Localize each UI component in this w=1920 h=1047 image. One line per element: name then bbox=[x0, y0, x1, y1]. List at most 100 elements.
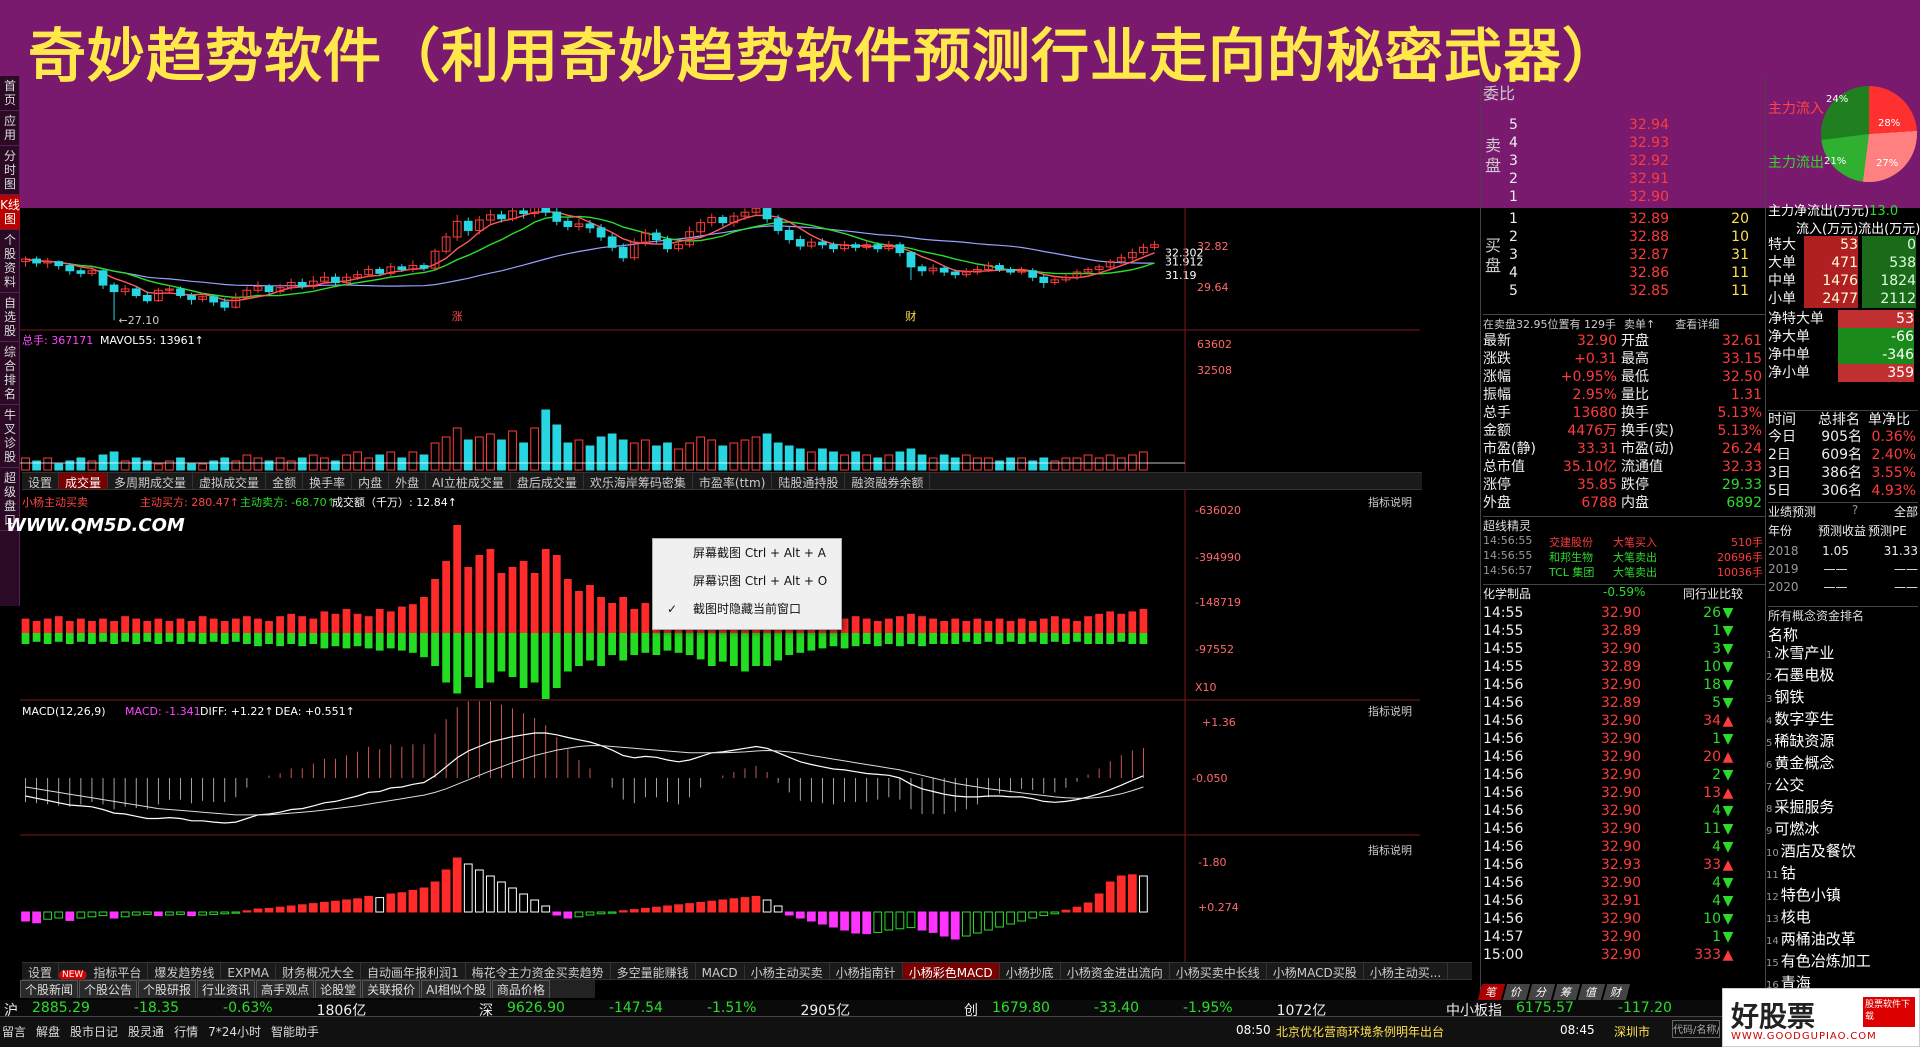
indicator-tab-4[interactable]: EXPMA bbox=[221, 965, 276, 979]
fund-neg-bar bbox=[1128, 633, 1137, 644]
news-headline[interactable]: 北京优化营商环境条例明年出台 bbox=[1276, 1023, 1444, 1040]
volume-tab-11[interactable]: 市盈率(ttm) bbox=[693, 473, 773, 489]
detail-tab-4[interactable]: 值 bbox=[1577, 984, 1606, 1000]
status-link-1[interactable]: 解盘 bbox=[36, 1023, 60, 1040]
status-link-3[interactable]: 股灵通 bbox=[128, 1023, 164, 1040]
volume-tab-2[interactable]: 多周期成交量 bbox=[108, 473, 194, 489]
toolbar-button-6[interactable]: 关联报价 bbox=[362, 980, 421, 998]
indicator-tab-10[interactable]: 小杨主动买卖 bbox=[745, 963, 830, 979]
forecast-all[interactable]: 全部 bbox=[1894, 503, 1918, 520]
sector-item[interactable]: 10 酒店及餐饮 bbox=[1766, 840, 1916, 861]
logo-badge: 股票软件下载 bbox=[1863, 997, 1915, 1027]
indicator-tab-15[interactable]: 小杨买卖中长线 bbox=[1170, 963, 1267, 979]
detail-tab-1[interactable]: 价 bbox=[1502, 984, 1531, 1000]
indicator-tab-13[interactable]: 小杨抄底 bbox=[1000, 963, 1061, 979]
sector-item[interactable]: 3 钢铁 bbox=[1766, 686, 1916, 707]
nav-item-3[interactable]: K线图 bbox=[0, 195, 20, 230]
indicator-tab-3[interactable]: 爆发趋势线 bbox=[148, 963, 222, 979]
volume-tab-5[interactable]: 换手率 bbox=[303, 473, 353, 489]
nav-item-6[interactable]: 综合排名 bbox=[0, 342, 20, 405]
status-link-0[interactable]: 留言 bbox=[2, 1023, 26, 1040]
color-macd-bar bbox=[98, 911, 108, 917]
sector-item[interactable]: 7 公交 bbox=[1766, 774, 1916, 795]
sector-item[interactable]: 5 稀缺资源 bbox=[1766, 730, 1916, 751]
volume-tab-12[interactable]: 陆股通持股 bbox=[772, 473, 846, 489]
volume-tab-4[interactable]: 金额 bbox=[266, 473, 304, 489]
volume-tab-8[interactable]: AI立桩成交量 bbox=[426, 473, 511, 489]
toolbar-button-2[interactable]: 个股研报 bbox=[138, 980, 197, 998]
color-macd-help-button[interactable]: 指标说明 bbox=[1368, 843, 1412, 857]
nav-item-5[interactable]: 自选股 bbox=[0, 293, 20, 342]
indicator-tab-16[interactable]: 小杨MACD买股 bbox=[1267, 963, 1364, 979]
indicator-tab-9[interactable]: MACD bbox=[696, 965, 745, 979]
indicator-tab-1[interactable]: NEW bbox=[59, 970, 88, 979]
volume-bar bbox=[1139, 451, 1148, 471]
volume-tab-1[interactable]: 成交量 bbox=[59, 473, 109, 489]
detail-tab-0[interactable]: 笔 bbox=[1477, 984, 1506, 1000]
volume-tab-6[interactable]: 内盘 bbox=[352, 473, 390, 489]
detail-tab-2[interactable]: 分 bbox=[1527, 984, 1556, 1000]
indicator-tab-14[interactable]: 小杨资金进出流向 bbox=[1061, 963, 1170, 979]
indicator-tab-8[interactable]: 多空量能赚钱 bbox=[611, 963, 696, 979]
detail-link[interactable]: 查看详细 bbox=[1675, 318, 1719, 331]
status-link-6[interactable]: 智能助手 bbox=[271, 1023, 319, 1040]
fund-neg-bar bbox=[951, 633, 960, 644]
volume-tab-13[interactable]: 融资融券余额 bbox=[845, 473, 931, 489]
toolbar-button-4[interactable]: 高手观点 bbox=[256, 980, 315, 998]
nav-item-1[interactable]: 应用 bbox=[0, 111, 20, 146]
toolbar-button-3[interactable]: 行业资讯 bbox=[197, 980, 256, 998]
status-link-2[interactable]: 股市日记 bbox=[70, 1023, 118, 1040]
sector-item[interactable]: 8 采掘服务 bbox=[1766, 796, 1916, 817]
volume-tab-9[interactable]: 盘后成交量 bbox=[511, 473, 584, 489]
indicator-tab-17[interactable]: 小杨主动买... bbox=[1364, 963, 1449, 979]
status-link-5[interactable]: 7*24小时 bbox=[208, 1023, 261, 1040]
toolbar-button-5[interactable]: 论股堂 bbox=[315, 980, 362, 998]
sector-item[interactable]: 4 数字孪生 bbox=[1766, 708, 1916, 729]
menu-screen-recognize[interactable]: 屏幕识图 Ctrl + Alt + O bbox=[653, 567, 841, 595]
sector-item[interactable]: 9 可燃冰 bbox=[1766, 818, 1916, 839]
sector-item[interactable]: 15 有色冶炼加工 bbox=[1766, 950, 1916, 971]
indicator-tab-12[interactable]: 小杨彩色MACD bbox=[902, 963, 1000, 979]
nav-item-4[interactable]: 个股资料 bbox=[0, 230, 20, 293]
detail-tab-3[interactable]: 筹 bbox=[1552, 984, 1581, 1000]
color-macd-bar bbox=[1050, 911, 1060, 915]
candle bbox=[762, 208, 772, 223]
sector-item[interactable]: 6 黄金概念 bbox=[1766, 752, 1916, 773]
indicator-tab-5[interactable]: 财务概况大全 bbox=[276, 963, 361, 979]
sector-item[interactable]: 12 特色小镇 bbox=[1766, 884, 1916, 905]
nav-item-0[interactable]: 首页 bbox=[0, 76, 20, 111]
toolbar-button-7[interactable]: AI相似个股 bbox=[421, 980, 491, 998]
menu-screenshot[interactable]: 屏幕截图 Ctrl + Alt + A bbox=[653, 539, 841, 567]
industry-compare[interactable]: 同行业比较 bbox=[1683, 585, 1743, 602]
nav-item-2[interactable]: 分时图 bbox=[0, 146, 20, 195]
arrow-down-icon: ▼ bbox=[1722, 731, 1734, 747]
sector-item[interactable]: 13 核电 bbox=[1766, 906, 1916, 927]
volume-bar bbox=[1116, 457, 1126, 471]
toolbar-button-8[interactable]: 商品价格 bbox=[491, 980, 550, 998]
macd-panel: MACD(12,26,9) MACD: -1.341 DIFF: +1.22↑ DEA… bbox=[22, 701, 1412, 824]
toolbar-button-0[interactable]: 个股新闻 bbox=[20, 980, 79, 998]
detail-tab-5[interactable]: 财 bbox=[1602, 984, 1631, 1000]
indicator-tab-2[interactable]: 指标平台 bbox=[87, 963, 149, 979]
menu-hide-window[interactable]: ✓ 截图时隐藏当前窗口 bbox=[653, 595, 841, 623]
context-menu[interactable]: 屏幕截图 Ctrl + Alt + A 屏幕识图 Ctrl + Alt + O … bbox=[652, 538, 842, 630]
sector-item[interactable]: 11 钴 bbox=[1766, 862, 1916, 883]
volume-tab-10[interactable]: 欢乐海岸筹码密集 bbox=[584, 473, 693, 489]
indicator-tab-0[interactable]: 设置 bbox=[22, 963, 60, 979]
volume-tab-7[interactable]: 外盘 bbox=[389, 473, 427, 489]
sector-item[interactable]: 14 两桶油改革 bbox=[1766, 928, 1916, 949]
macd-help-button[interactable]: 指标说明 bbox=[1368, 704, 1412, 718]
indicator-tab-11[interactable]: 小杨指南针 bbox=[830, 963, 903, 979]
indicator-tab-6[interactable]: 自动画年报利润1 bbox=[361, 963, 466, 979]
fund-help-button[interactable]: 指标说明 bbox=[1368, 495, 1412, 509]
status-link-4[interactable]: 行情 bbox=[174, 1023, 198, 1040]
nav-item-7[interactable]: 牛叉诊股 bbox=[0, 405, 20, 468]
indicator-tab-7[interactable]: 梅花令主力资金买卖趋势 bbox=[466, 963, 611, 979]
flow-row: 中单 1476 1824 bbox=[1768, 272, 1916, 290]
toolbar-button-1[interactable]: 个股公告 bbox=[79, 980, 138, 998]
sector-item[interactable]: 2 石墨电极 bbox=[1766, 664, 1916, 685]
volume-tab-3[interactable]: 虚拟成交量 bbox=[193, 473, 267, 489]
code-search-input[interactable]: 代码/名称/简 bbox=[1672, 1020, 1720, 1038]
sector-item[interactable]: 1 冰雪产业 bbox=[1766, 642, 1916, 663]
volume-tab-0[interactable]: 设置 bbox=[22, 473, 60, 489]
